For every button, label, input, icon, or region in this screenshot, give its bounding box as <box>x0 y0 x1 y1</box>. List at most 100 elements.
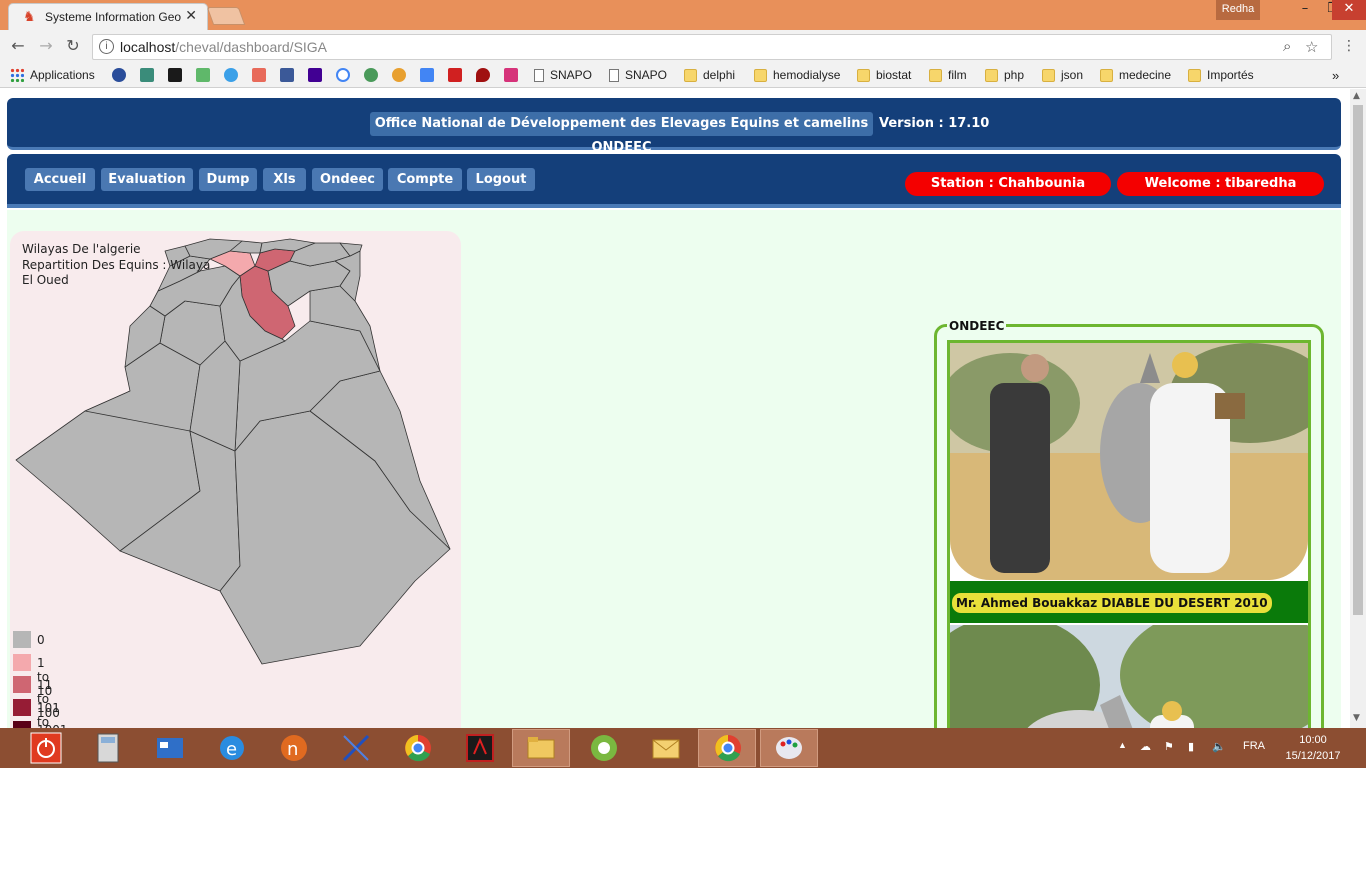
nav-accueil[interactable]: Accueil <box>25 168 95 191</box>
bookmark-biostat[interactable]: biostat <box>857 68 911 82</box>
internet-explorer-icon[interactable]: e <box>216 732 248 764</box>
algeria-map-panel: Wilayas De l'algerie Repartition Des Equ… <box>10 231 461 728</box>
bookmark-icon-2[interactable] <box>140 68 160 82</box>
bookmark-label: Applications <box>30 68 95 82</box>
bookmark-label: json <box>1061 68 1084 82</box>
control-panel-icon[interactable] <box>154 732 186 764</box>
profile-badge[interactable]: Redha <box>1216 0 1260 20</box>
zoom-search-icon[interactable]: ⌕ <box>1283 38 1291 55</box>
chrome-active-icon[interactable] <box>712 732 744 764</box>
bookmark-medecine[interactable]: medecine <box>1100 68 1171 82</box>
folder-icon <box>857 69 870 82</box>
bookmark-star-icon[interactable]: ☆ <box>1305 38 1318 56</box>
app-header: Office National de Développement des Ele… <box>7 98 1341 155</box>
chrome-menu-icon[interactable]: ⋮ <box>1342 38 1356 54</box>
power-icon[interactable] <box>30 732 62 764</box>
scroll-thumb[interactable] <box>1353 105 1363 615</box>
bookmark-snapo-1[interactable]: SNAPO <box>534 68 592 82</box>
bookmark-drop[interactable] <box>476 68 496 82</box>
folder-icon <box>1188 69 1201 82</box>
calculator-icon[interactable] <box>92 732 124 764</box>
org-title: Office National de Développement des Ele… <box>370 112 873 155</box>
nav-compte[interactable]: Compte <box>388 168 462 191</box>
close-window-button[interactable]: ✕ <box>1332 0 1366 20</box>
bookmark-icon-3[interactable] <box>168 68 188 82</box>
bookmark-applications[interactable]: Applications <box>10 68 95 82</box>
tab-close-icon[interactable]: ✕ <box>185 8 197 24</box>
bookmark-icon-10[interactable] <box>364 68 384 82</box>
nav-dump[interactable]: Dump <box>199 168 257 191</box>
nav-logout[interactable]: Logout <box>467 168 535 191</box>
scroll-down-icon[interactable]: ▼ <box>1353 713 1360 723</box>
bookmark-film[interactable]: film <box>929 68 967 82</box>
bookmarks-overflow-icon[interactable]: » <box>1332 68 1339 83</box>
bookmark-icon-11[interactable] <box>392 68 412 82</box>
photo-slider[interactable]: Mr. Ahmed Bouakkaz DIABLE DU DESERT 2010 <box>947 340 1311 728</box>
bookmark-label: SNAPO <box>550 68 593 82</box>
svg-text:e: e <box>226 739 237 760</box>
flag-icon[interactable]: ⚑ <box>1164 740 1174 753</box>
google-icon <box>336 68 350 82</box>
bookmarks-bar: Applications SNAPO SNAPO delphi hemodial… <box>0 64 1366 88</box>
bookmark-json[interactable]: json <box>1042 68 1083 82</box>
app-green-icon[interactable] <box>588 732 620 764</box>
language-indicator[interactable]: FRA <box>1243 740 1265 752</box>
horse-favicon-icon: ♞ <box>23 9 36 25</box>
bookmark-delphi[interactable]: delphi <box>684 68 735 82</box>
bookmark-hemodialyse[interactable]: hemodialyse <box>754 68 840 82</box>
legend-swatch <box>13 676 31 693</box>
site-info-icon[interactable]: i <box>99 39 114 54</box>
bookmark-google[interactable] <box>336 68 356 82</box>
cloud-icon[interactable]: ☁ <box>1140 740 1151 753</box>
tab-title: Systeme Information Geo <box>45 10 182 24</box>
battery-icon[interactable]: ▮ <box>1188 740 1194 753</box>
welcome-badge: Welcome : tibaredha <box>1117 172 1324 196</box>
paint-icon[interactable] <box>773 732 805 764</box>
chrome-icon[interactable] <box>402 732 434 764</box>
horse-photo-2 <box>950 625 1308 728</box>
address-bar[interactable]: i localhost/cheval/dashboard/SIGA ⌕ ☆ <box>92 34 1332 60</box>
tools-icon[interactable] <box>340 732 372 764</box>
bookmark-horse[interactable] <box>252 68 272 82</box>
volume-icon[interactable]: 🔈 <box>1212 740 1226 753</box>
folder-icon <box>1100 69 1113 82</box>
bookmark-yahoo[interactable] <box>308 68 328 82</box>
minimize-button[interactable]: – <box>1288 0 1322 20</box>
twitter-icon <box>224 68 238 82</box>
nav-xls[interactable]: Xls <box>263 168 306 191</box>
bookmark-label: biostat <box>876 68 912 82</box>
scroll-up-icon[interactable]: ▲ <box>1353 91 1360 101</box>
back-arrow-icon[interactable]: ← <box>8 36 28 56</box>
folder-explorer-icon[interactable] <box>525 732 557 764</box>
nav-evaluation[interactable]: Evaluation <box>101 168 193 191</box>
browser-tab[interactable]: ♞ Systeme Information Geo ✕ <box>8 3 208 30</box>
page-scrollbar[interactable]: ▲ ▼ <box>1350 89 1366 728</box>
bookmark-twitter[interactable] <box>224 68 244 82</box>
bookmark-instagram[interactable] <box>504 68 524 82</box>
forward-arrow-icon[interactable]: → <box>36 36 56 56</box>
outlook-icon[interactable] <box>650 732 682 764</box>
ondeec-legend: ONDEEC <box>947 319 1007 333</box>
bookmark-download[interactable] <box>448 68 468 82</box>
bookmark-facebook[interactable] <box>280 68 300 82</box>
page-icon <box>534 69 544 82</box>
acrobat-icon[interactable] <box>464 732 496 764</box>
blood-drop-icon <box>476 68 490 82</box>
folder-icon <box>1042 69 1055 82</box>
tray-expand-icon[interactable]: ▲ <box>1118 740 1127 750</box>
site-icon <box>196 68 210 82</box>
new-tab-button[interactable] <box>206 7 246 25</box>
bookmark-icon-1[interactable] <box>112 68 132 82</box>
bookmark-importes[interactable]: Importés <box>1188 68 1254 82</box>
bookmark-icon-4[interactable] <box>196 68 216 82</box>
algeria-map[interactable] <box>10 231 461 671</box>
clock[interactable]: 10:00 15/12/2017 <box>1282 732 1344 764</box>
reload-icon[interactable]: ↻ <box>63 36 83 56</box>
bookmark-snapo-2[interactable]: SNAPO <box>609 68 667 82</box>
folder-icon <box>985 69 998 82</box>
app-n-icon[interactable]: n <box>278 732 310 764</box>
bookmark-php[interactable]: php <box>985 68 1024 82</box>
calendar-icon <box>168 68 182 82</box>
nav-ondeec[interactable]: Ondeec <box>312 168 383 191</box>
bookmark-translate[interactable] <box>420 68 440 82</box>
